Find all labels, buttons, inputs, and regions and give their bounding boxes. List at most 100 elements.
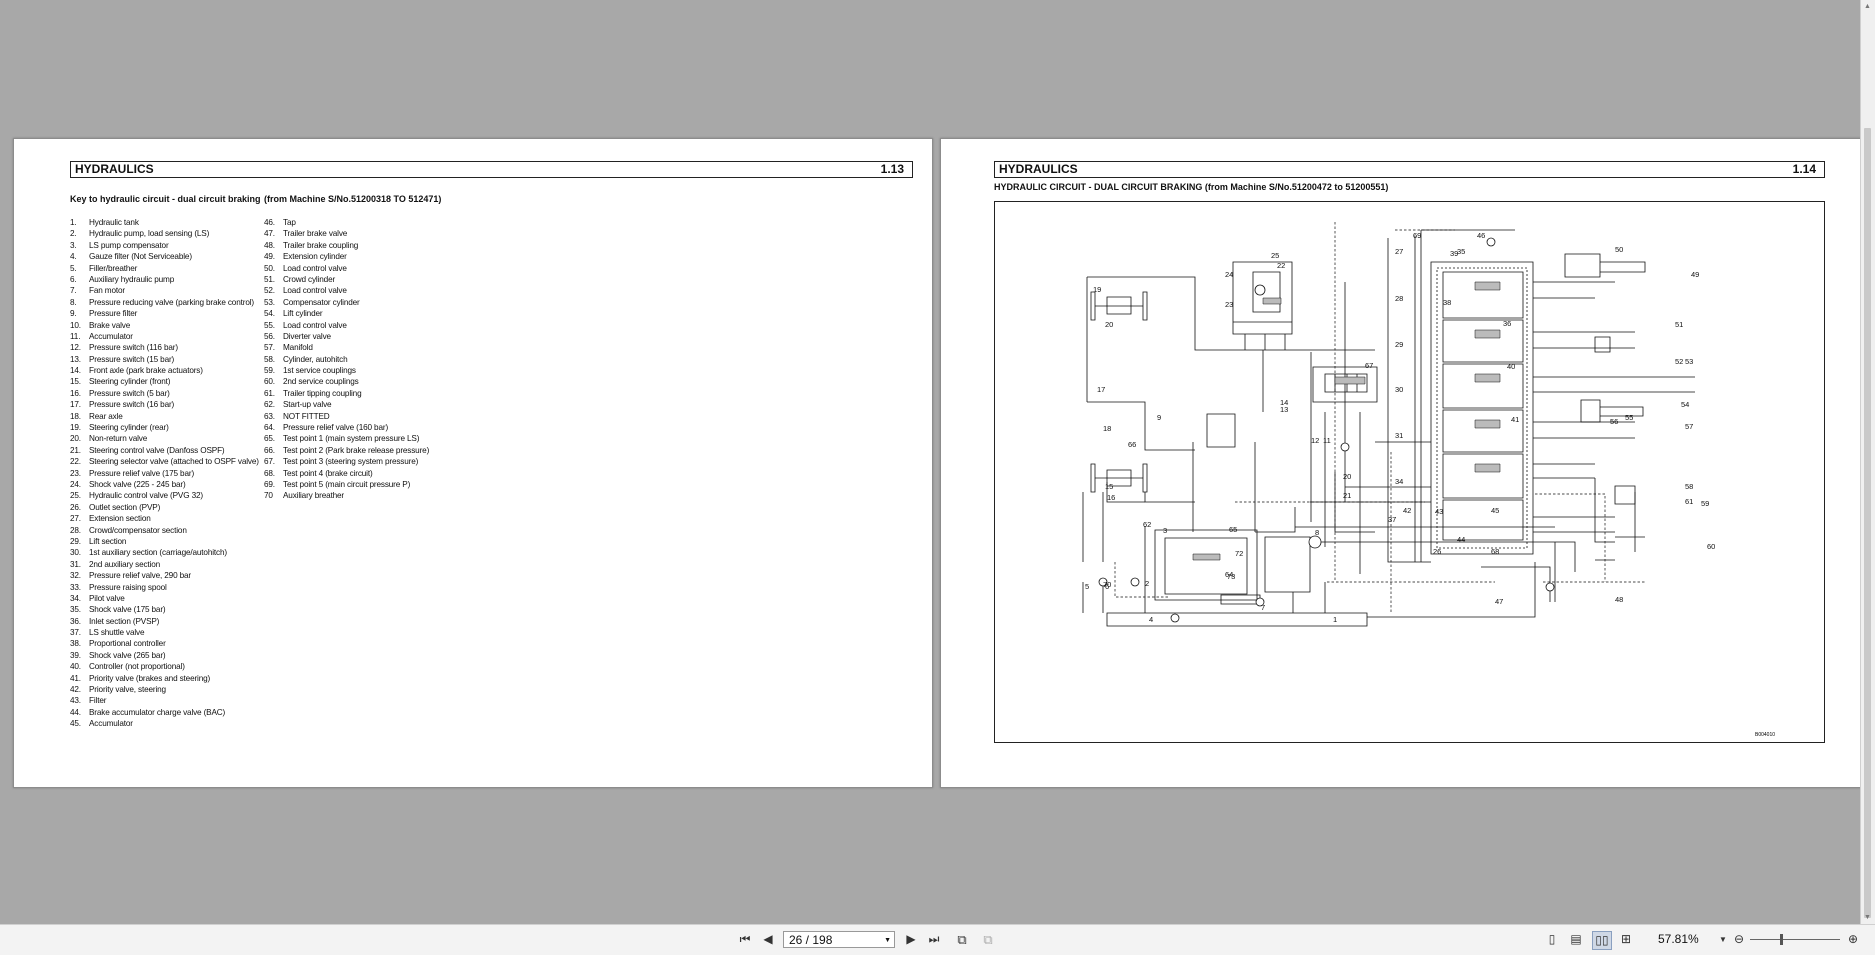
callout-label: 27 <box>1395 247 1403 256</box>
key-item-text: Start-up valve <box>283 400 332 410</box>
page-number-input[interactable]: 26 / 198 ▼ <box>783 931 895 948</box>
key-list-item: 16. Pressure switch (5 bar) <box>70 389 270 400</box>
key-list-item: 31. 2nd auxiliary section <box>70 560 270 571</box>
first-page-icon[interactable]: ⏮ <box>737 931 753 948</box>
single-page-view-icon[interactable]: ▯ <box>1544 931 1560 948</box>
scroll-thumb[interactable] <box>1864 128 1871 918</box>
chevron-down-icon[interactable]: ▼ <box>884 932 891 949</box>
key-item-text: Lift cylinder <box>283 309 323 319</box>
zoom-slider-handle[interactable] <box>1780 934 1783 945</box>
callout-label: 9 <box>1157 413 1161 422</box>
key-list-item: 5. Filler/breather <box>70 264 270 275</box>
zoom-slider[interactable] <box>1750 934 1840 945</box>
scroll-down-icon[interactable]: ▼ <box>1863 913 1872 922</box>
copy-icon[interactable]: ⧉ <box>953 931 971 948</box>
key-list-item: 35. Shock valve (175 bar) <box>70 605 270 616</box>
key-item-text: NOT FITTED <box>283 411 330 421</box>
zoom-level[interactable]: 57.81% <box>1658 931 1699 948</box>
callout-label: 39 <box>1450 249 1458 258</box>
key-item-number: 54. <box>264 309 275 319</box>
key-list-item: 56. Diverter valve <box>264 332 484 343</box>
prev-page-icon[interactable]: ◀ <box>760 931 776 948</box>
key-item-number: 16. <box>70 388 81 398</box>
key-item-number: 32. <box>70 571 81 581</box>
key-item-number: 23. <box>70 468 81 478</box>
key-item-text: Trailer tipping coupling <box>283 388 362 398</box>
continuous-view-icon[interactable]: ▤ <box>1568 931 1584 948</box>
callout-label: 12 <box>1311 436 1319 445</box>
key-item-number: 45. <box>70 719 81 729</box>
key-item-text: Brake accumulator charge valve (BAC) <box>89 707 226 717</box>
key-list-item: 49. Extension cylinder <box>264 252 484 263</box>
key-item-text: Test point 4 (brake circuit) <box>283 468 373 478</box>
key-item-number: 62. <box>264 400 275 410</box>
document-viewport[interactable]: HYDRAULICS 1.13 Key to hydraulic circuit… <box>0 0 1875 924</box>
key-list-item: 41. Priority valve (brakes and steering) <box>70 674 270 685</box>
key-item-text: Trailer brake valve <box>283 229 348 239</box>
key-item-number: 68. <box>264 468 275 478</box>
key-list-item: 27. Extension section <box>70 514 270 525</box>
key-list-item: 21. Steering control valve (Danfoss OSPF) <box>70 446 270 457</box>
key-item-number: 27. <box>70 514 81 524</box>
next-page-icon[interactable]: ▶ <box>903 931 919 948</box>
key-list-item: 47. Trailer brake valve <box>264 229 484 240</box>
key-item-number: 59. <box>264 366 275 376</box>
vertical-scrollbar[interactable]: ▲ ▼ <box>1860 0 1875 924</box>
key-item-text: Steering selector valve (attached to OSP… <box>89 457 259 467</box>
key-item-text: Trailer brake coupling <box>283 240 359 250</box>
callout-label: 48 <box>1615 595 1623 604</box>
circuit-subtitle: HYDRAULIC CIRCUIT - DUAL CIRCUIT BRAKING… <box>994 182 1389 192</box>
key-item-text: Pressure relief valve, 290 bar <box>89 571 191 581</box>
key-item-number: 65. <box>264 434 275 444</box>
key-list-item: 52. Load control valve <box>264 286 484 297</box>
key-item-text: Pressure reducing valve (parking brake c… <box>89 297 254 307</box>
key-range: (from Machine S/No.51200318 TO 512471) <box>264 194 442 204</box>
callout-label: 5 <box>1085 582 1089 591</box>
key-list-item: 24. Shock valve (225 - 245 bar) <box>70 480 270 491</box>
callout-label: 7 <box>1261 603 1265 612</box>
callout-label: 38 <box>1443 298 1451 307</box>
key-item-text: Manifold <box>283 343 313 353</box>
key-list-item: 42. Priority valve, steering <box>70 685 270 696</box>
key-item-number: 50. <box>264 263 275 273</box>
key-item-text: Auxiliary breather <box>283 491 345 501</box>
key-list-item: 62. Start-up valve <box>264 400 484 411</box>
callout-label: 47 <box>1495 597 1503 606</box>
zoom-dropdown-icon[interactable]: ▼ <box>1718 931 1728 948</box>
zoom-out-icon[interactable]: ⊖ <box>1732 931 1746 948</box>
key-item-text: Crowd/compensator section <box>89 525 187 535</box>
key-item-text: Shock valve (265 bar) <box>89 650 166 660</box>
callout-label: 20 <box>1105 320 1113 329</box>
key-list-item: 48. Trailer brake coupling <box>264 241 484 252</box>
callout-label: 69 <box>1413 231 1421 240</box>
key-item-number: 44. <box>70 707 81 717</box>
key-item-number: 30. <box>70 548 81 558</box>
key-list-item: 8. Pressure reducing valve (parking brake… <box>70 298 270 309</box>
key-item-text: Load control valve <box>283 263 347 273</box>
key-item-number: 34. <box>70 593 81 603</box>
key-item-number: 69. <box>264 479 275 489</box>
key-item-number: 18. <box>70 411 81 421</box>
key-list-item: 65. Test point 1 (main system pressure LS… <box>264 434 484 445</box>
callout-label: 22 <box>1277 261 1285 270</box>
facing-continuous-view-icon[interactable]: ⊞ <box>1618 931 1634 948</box>
key-list-item: 57. Manifold <box>264 343 484 354</box>
key-item-number: 41. <box>70 673 81 683</box>
key-item-text: Lift section <box>89 536 127 546</box>
paste-icon[interactable]: ⧉ <box>979 931 997 948</box>
callout-label: 44 <box>1457 535 1465 544</box>
key-item-number: 24. <box>70 479 81 489</box>
key-item-text: Test point 3 (steering system pressure) <box>283 457 419 467</box>
key-list-item: 13. Pressure switch (15 bar) <box>70 355 270 366</box>
scroll-up-icon[interactable]: ▲ <box>1863 2 1872 11</box>
key-item-number: 49. <box>264 252 275 262</box>
key-item-text: Pressure relief valve (160 bar) <box>283 423 389 433</box>
key-list-item: 38. Proportional controller <box>70 639 270 650</box>
key-item-text: Steering control valve (Danfoss OSPF) <box>89 445 225 455</box>
key-item-text: 2nd auxiliary section <box>89 559 161 569</box>
callout-label: 42 <box>1403 506 1411 515</box>
last-page-icon[interactable]: ⏭ <box>926 931 942 948</box>
key-item-number: 40. <box>70 662 81 672</box>
two-page-view-icon[interactable]: ▯▯ <box>1592 931 1612 950</box>
zoom-in-icon[interactable]: ⊕ <box>1846 931 1860 948</box>
